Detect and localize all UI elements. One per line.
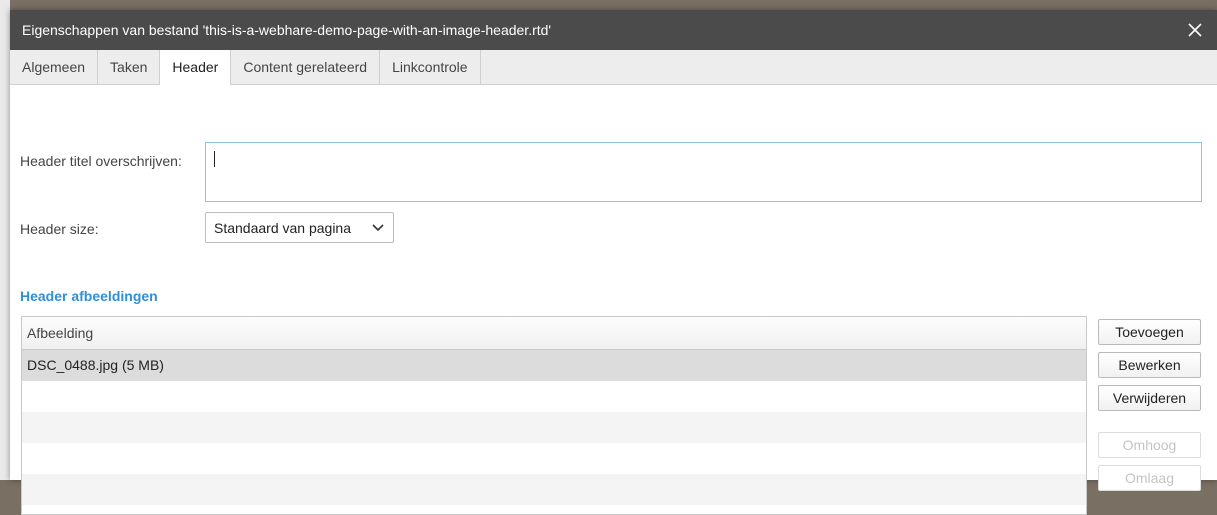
dialog-title: Eigenschappen van bestand 'this-is-a-web… bbox=[22, 22, 552, 38]
list-column-header[interactable]: Afbeelding bbox=[22, 317, 1086, 350]
tab-linkcontrole[interactable]: Linkcontrole bbox=[380, 50, 481, 84]
images-list[interactable]: Afbeelding DSC_0488.jpg (5 MB) bbox=[21, 316, 1087, 515]
header-size-value: Standaard van pagina bbox=[214, 219, 351, 236]
header-title-label: Header titel overschrijven: bbox=[20, 153, 182, 169]
list-item[interactable]: DSC_0488.jpg (5 MB) bbox=[22, 350, 1086, 381]
header-title-input[interactable] bbox=[205, 142, 1202, 202]
list-empty-row bbox=[22, 412, 1086, 443]
list-empty-row bbox=[22, 381, 1086, 412]
tab-taken[interactable]: Taken bbox=[98, 50, 161, 84]
header-size-label: Header size: bbox=[20, 221, 99, 237]
images-section-heading: Header afbeeldingen bbox=[20, 288, 158, 304]
add-button[interactable]: Toevoegen bbox=[1098, 319, 1201, 345]
list-empty-row bbox=[22, 474, 1086, 505]
dialog-titlebar: Eigenschappen van bestand 'this-is-a-web… bbox=[10, 10, 1217, 50]
tab-header[interactable]: Header bbox=[160, 50, 232, 85]
tab-algemeen[interactable]: Algemeen bbox=[10, 50, 99, 84]
delete-button[interactable]: Verwijderen bbox=[1098, 385, 1201, 411]
move-down-button[interactable]: Omlaag bbox=[1098, 465, 1201, 491]
list-empty-row bbox=[22, 443, 1086, 474]
background-page bbox=[0, 0, 10, 480]
tab-content-gerelateerd[interactable]: Content gerelateerd bbox=[231, 50, 381, 84]
move-up-button[interactable]: Omhoog bbox=[1098, 432, 1201, 458]
header-size-select[interactable]: Standaard van pagina bbox=[205, 212, 394, 243]
tab-bar: Algemeen Taken Header Content gerelateer… bbox=[10, 50, 1217, 85]
text-caret bbox=[214, 151, 215, 167]
chevron-down-icon bbox=[371, 220, 385, 236]
edit-button[interactable]: Bewerken bbox=[1098, 352, 1201, 378]
close-icon[interactable] bbox=[1185, 20, 1205, 40]
properties-dialog: Eigenschappen van bestand 'this-is-a-web… bbox=[10, 10, 1217, 515]
